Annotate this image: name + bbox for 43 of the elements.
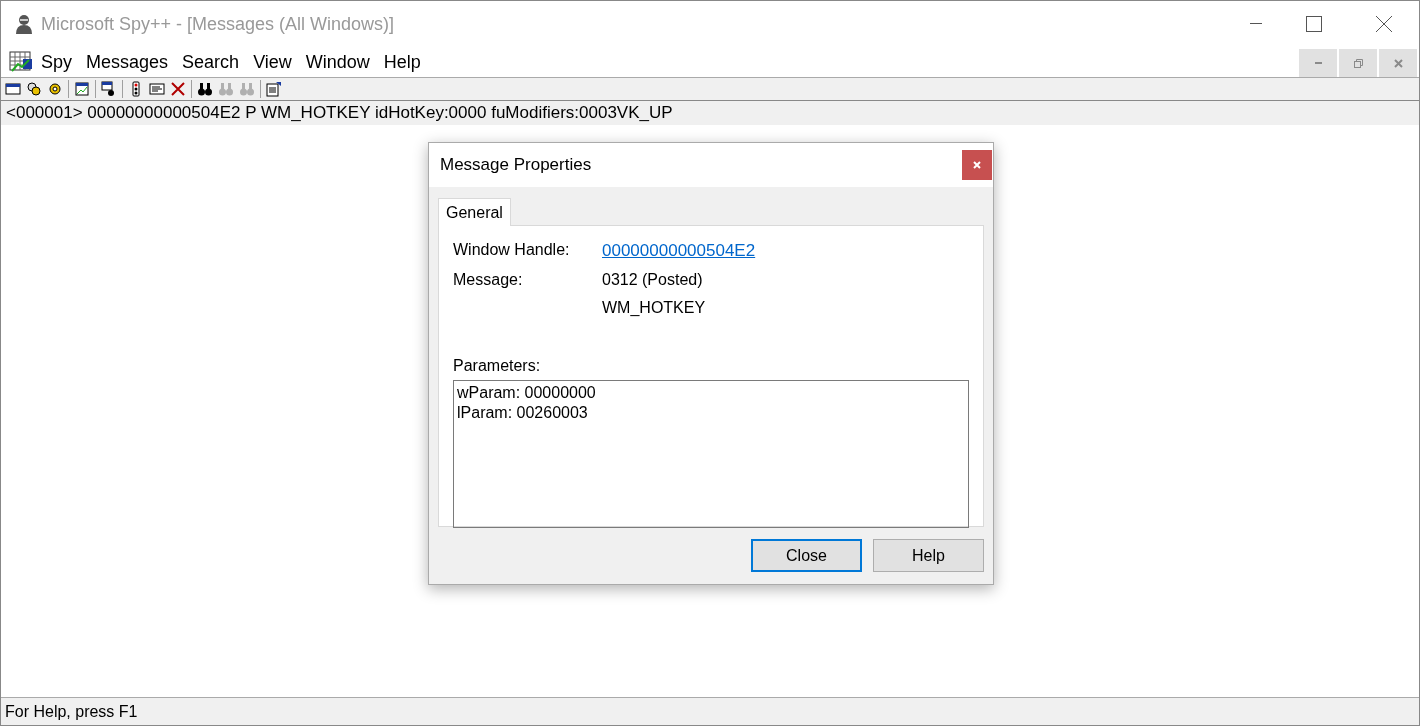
child-restore-button[interactable]: [1339, 49, 1377, 77]
menu-item[interactable]: Help: [377, 48, 427, 76]
clear-icon[interactable]: [170, 81, 186, 97]
dialog-button[interactable]: Close: [751, 539, 862, 572]
dialog-close-button[interactable]: [962, 150, 992, 180]
options-icon[interactable]: [266, 81, 282, 97]
window-icon[interactable]: [5, 81, 21, 97]
parameter-line: wParam: 00000000: [457, 382, 597, 403]
message-row[interactable]: <000001> 00000000000504E2 P WM_HOTKEY idHotKey:0000 fuModifiers:0003VK_UP: [1, 101, 1419, 125]
graph-icon[interactable]: [74, 81, 90, 97]
tab[interactable]: General: [438, 198, 511, 226]
field-value: 0312 (Posted): [602, 269, 704, 290]
window-handle-link[interactable]: 00000000000504E2: [602, 238, 756, 264]
dialog-button[interactable]: Help: [873, 539, 984, 572]
parameters-box[interactable]: wParam: 00000000 lParam: 00260003: [453, 379, 969, 528]
close-icon: [1376, 16, 1392, 32]
maximize-icon: [1306, 16, 1322, 32]
minimize-icon: [1314, 62, 1322, 64]
menu-item[interactable]: Search: [176, 48, 246, 76]
gear-icon[interactable]: [47, 81, 63, 97]
restore-icon: [1353, 58, 1363, 68]
field-value: WM_HOTKEY: [602, 297, 706, 318]
spy-icon: [15, 14, 33, 34]
status-text: For Help, press F1: [5, 701, 138, 722]
spreadsheet-icon: [9, 51, 33, 73]
props-icon[interactable]: [149, 81, 165, 97]
field-label: Message:: [453, 269, 524, 290]
close-icon: [1393, 58, 1403, 68]
minimize-icon: [1250, 23, 1262, 25]
menu-item[interactable]: View: [247, 48, 298, 76]
parameters-label: Parameters:: [453, 355, 542, 376]
menu-item[interactable]: Window: [299, 48, 376, 76]
binoculars-icon[interactable]: [197, 81, 213, 97]
close-icon: [973, 161, 981, 169]
field-label: Window Handle:: [453, 240, 571, 260]
gears-icon[interactable]: [26, 81, 42, 97]
dialog-title: Message Properties: [440, 154, 592, 177]
menu-item[interactable]: Spy: [35, 48, 79, 76]
window-title: Microsoft Spy++ - [Messages (All Windows)]: [41, 12, 395, 36]
menu-item[interactable]: Messages: [80, 48, 175, 76]
parameter-line: lParam: 00260003: [457, 402, 589, 423]
child-close-button[interactable]: [1379, 49, 1417, 77]
find-icon[interactable]: [101, 81, 117, 97]
